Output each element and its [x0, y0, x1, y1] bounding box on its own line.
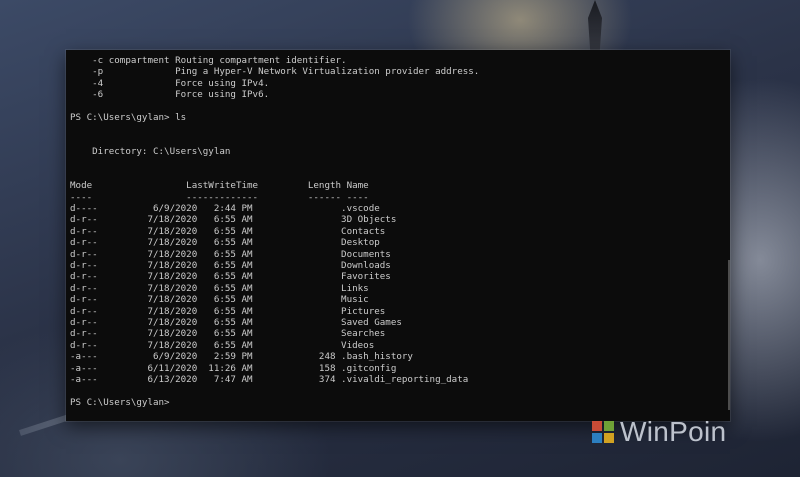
terminal-scrollbar[interactable] — [728, 260, 730, 410]
logo-tile-green — [604, 421, 614, 431]
watermark: WinPoin — [592, 414, 726, 450]
terminal-line: d-r-- 7/18/2020 6:55 AM Downloads — [70, 260, 391, 272]
terminal-line: ---- ------------- ------ ---- — [70, 191, 369, 203]
terminal-line: -4 Force using IPv4. — [70, 77, 270, 89]
terminal-line: d-r-- 7/18/2020 6:55 AM Documents — [70, 248, 391, 260]
terminal-line: -c compartment Routing compartment ident… — [70, 55, 347, 66]
terminal-line: -a--- 6/13/2020 7:47 AM 374 .vivaldi_rep… — [70, 373, 469, 385]
terminal-line: d-r-- 7/18/2020 6:55 AM Contacts — [70, 225, 386, 237]
terminal-line: d---- 6/9/2020 2:44 PM .vscode — [70, 203, 380, 215]
terminal-output[interactable]: -c compartment Routing compartment ident… — [66, 50, 730, 408]
logo-tile-red — [592, 421, 602, 431]
terminal-line: -p Ping a Hyper-V Network Virtualization… — [70, 66, 480, 78]
windows-logo-icon — [592, 421, 614, 443]
terminal-line: d-r-- 7/18/2020 6:55 AM 3D Objects — [70, 214, 397, 226]
terminal-line: -6 Force using IPv6. — [70, 89, 270, 101]
terminal-line: d-r-- 7/18/2020 6:55 AM Videos — [70, 339, 375, 351]
terminal-line: d-r-- 7/18/2020 6:55 AM Links — [70, 282, 369, 294]
terminal-line: d-r-- 7/18/2020 6:55 AM Desktop — [70, 237, 380, 249]
powershell-terminal-window[interactable]: -c compartment Routing compartment ident… — [66, 50, 730, 421]
watermark-text: WinPoin — [620, 416, 727, 447]
logo-tile-blue — [592, 433, 602, 443]
terminal-line: d-r-- 7/18/2020 6:55 AM Favorites — [70, 271, 391, 283]
terminal-line: d-r-- 7/18/2020 6:55 AM Pictures — [70, 305, 386, 317]
terminal-line: Mode LastWriteTime Length Name — [70, 180, 369, 192]
terminal-line: PS C:\Users\gylan> — [70, 396, 170, 408]
terminal-line: -a--- 6/11/2020 11:26 AM 158 .gitconfig — [70, 362, 397, 374]
terminal-line: d-r-- 7/18/2020 6:55 AM Searches — [70, 328, 386, 340]
logo-tile-yellow — [604, 433, 614, 443]
terminal-line: Directory: C:\Users\gylan — [70, 146, 231, 158]
terminal-line: -a--- 6/9/2020 2:59 PM 248 .bash_history — [70, 351, 413, 363]
terminal-line: d-r-- 7/18/2020 6:55 AM Saved Games — [70, 316, 402, 328]
terminal-line: PS C:\Users\gylan> ls — [70, 111, 187, 123]
terminal-line: d-r-- 7/18/2020 6:55 AM Music — [70, 294, 369, 306]
